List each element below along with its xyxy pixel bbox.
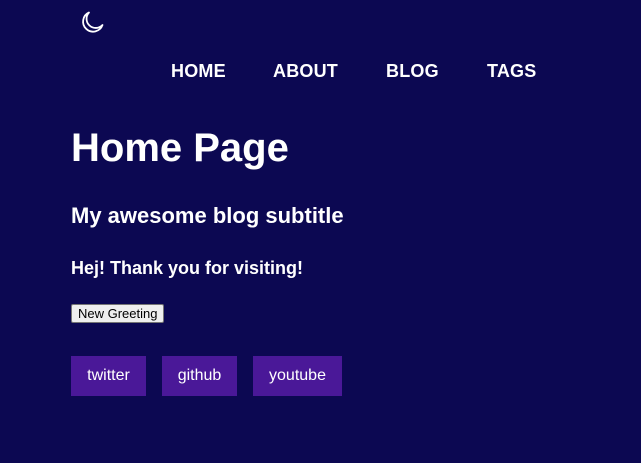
greeting-text: Hej! Thank you for visiting! [71, 258, 304, 278]
nav-item-home[interactable]: HOME [171, 61, 226, 81]
page-title: Home Page [71, 126, 289, 170]
nav-item-blog[interactable]: BLOG [386, 61, 439, 81]
main-nav: HOME ABOUT BLOG TAGS [0, 61, 641, 83]
nav-item-about[interactable]: ABOUT [273, 61, 338, 81]
github-link[interactable]: github [162, 356, 237, 396]
youtube-link[interactable]: youtube [253, 356, 342, 396]
page-subtitle: My awesome blog subtitle [71, 203, 344, 228]
nav-item-tags[interactable]: TAGS [487, 61, 536, 81]
twitter-link[interactable]: twitter [71, 356, 146, 396]
new-greeting-button[interactable]: New Greeting [71, 304, 165, 323]
moon-icon [82, 11, 104, 33]
theme-toggle-button[interactable] [79, 9, 105, 35]
